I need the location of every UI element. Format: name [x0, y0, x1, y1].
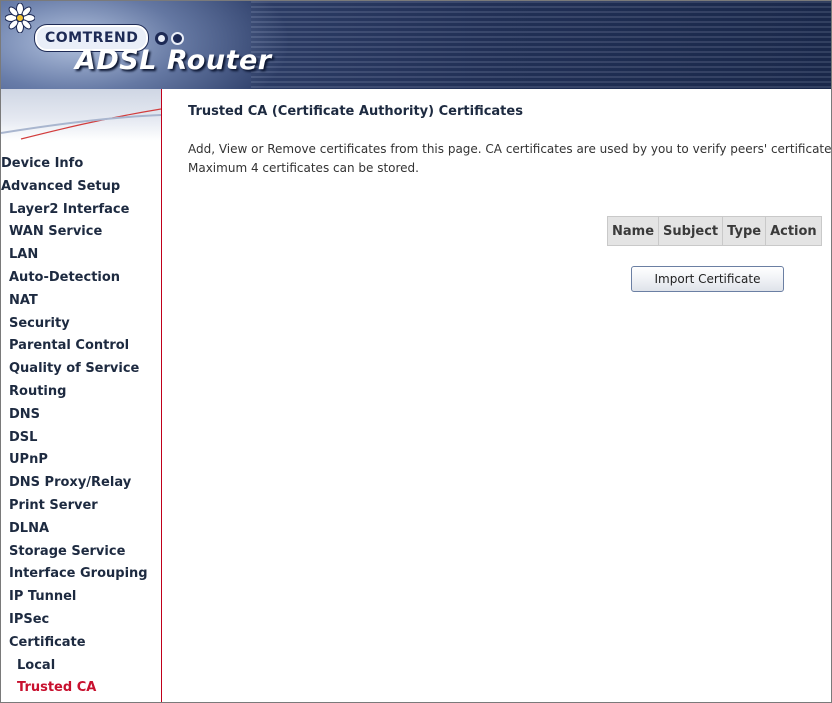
page-title: Trusted CA (Certificate Authority) Certi… — [188, 104, 523, 119]
sidebar-item-wan-service[interactable]: WAN Service — [1, 221, 161, 244]
column-header-action: Action — [766, 217, 821, 245]
sidebar-item-print-server[interactable]: Print Server — [1, 495, 161, 518]
comtrend-flower-logo-icon — [5, 3, 35, 33]
sidebar-item-dns-proxy-relay[interactable]: DNS Proxy/Relay — [1, 472, 161, 495]
banner-stripes — [251, 1, 831, 89]
sidebar-item-device-info[interactable]: Device Info — [1, 153, 161, 176]
certificates-table: Name Subject Type Action — [607, 216, 822, 246]
router-web-ui: COMTREND ADSL Router Device Info Advanced… — [0, 0, 832, 703]
sidebar-item-trusted-ca[interactable]: Trusted CA — [1, 677, 161, 700]
header-banner: COMTREND ADSL Router — [1, 1, 831, 89]
sidebar-item-dns[interactable]: DNS — [1, 404, 161, 427]
sidebar-item-quality-of-service[interactable]: Quality of Service — [1, 358, 161, 381]
sidebar-item-dlna[interactable]: DLNA — [1, 518, 161, 541]
sidebar-item-auto-detection[interactable]: Auto-Detection — [1, 267, 161, 290]
sidebar-item-routing[interactable]: Routing — [1, 381, 161, 404]
sidebar-item-local[interactable]: Local — [1, 655, 161, 678]
sidebar-item-storage-service[interactable]: Storage Service — [1, 541, 161, 564]
sidebar-item-certificate[interactable]: Certificate — [1, 632, 161, 655]
description-line-2: Maximum 4 certificates can be stored. — [188, 161, 419, 175]
sidebar-item-layer2-interface[interactable]: Layer2 Interface — [1, 199, 161, 222]
page-description: Add, View or Remove certificates from th… — [188, 140, 831, 178]
brand-dots-icon — [152, 31, 185, 45]
sidebar-item-ipsec[interactable]: IPSec — [1, 609, 161, 632]
description-line-1: Add, View or Remove certificates from th… — [188, 142, 832, 156]
sidebar-item-advanced-setup[interactable]: Advanced Setup — [1, 176, 161, 199]
sidebar-item-upnp[interactable]: UPnP — [1, 449, 161, 472]
swoosh-graphic-icon — [1, 108, 161, 140]
column-header-type: Type — [723, 217, 766, 245]
sidebar-item-ip-tunnel[interactable]: IP Tunnel — [1, 586, 161, 609]
sidebar-item-parental-control[interactable]: Parental Control — [1, 335, 161, 358]
sidebar-item-interface-grouping[interactable]: Interface Grouping — [1, 563, 161, 586]
decorative-swoosh — [1, 89, 161, 141]
sidebar-item-nat[interactable]: NAT — [1, 290, 161, 313]
column-header-subject: Subject — [659, 217, 723, 245]
sidebar-item-lan[interactable]: LAN — [1, 244, 161, 267]
sidebar-menu: Device Info Advanced Setup Layer2 Interfac… — [1, 153, 161, 700]
column-header-name: Name — [608, 217, 659, 245]
import-certificate-button[interactable]: Import Certificate — [631, 266, 784, 292]
table-header-row: Name Subject Type Action — [608, 217, 821, 245]
product-title: ADSL Router — [75, 45, 272, 76]
left-navigation: Device Info Advanced Setup Layer2 Interfac… — [1, 89, 162, 702]
sidebar-item-security[interactable]: Security — [1, 313, 161, 336]
sidebar-item-dsl[interactable]: DSL — [1, 427, 161, 450]
